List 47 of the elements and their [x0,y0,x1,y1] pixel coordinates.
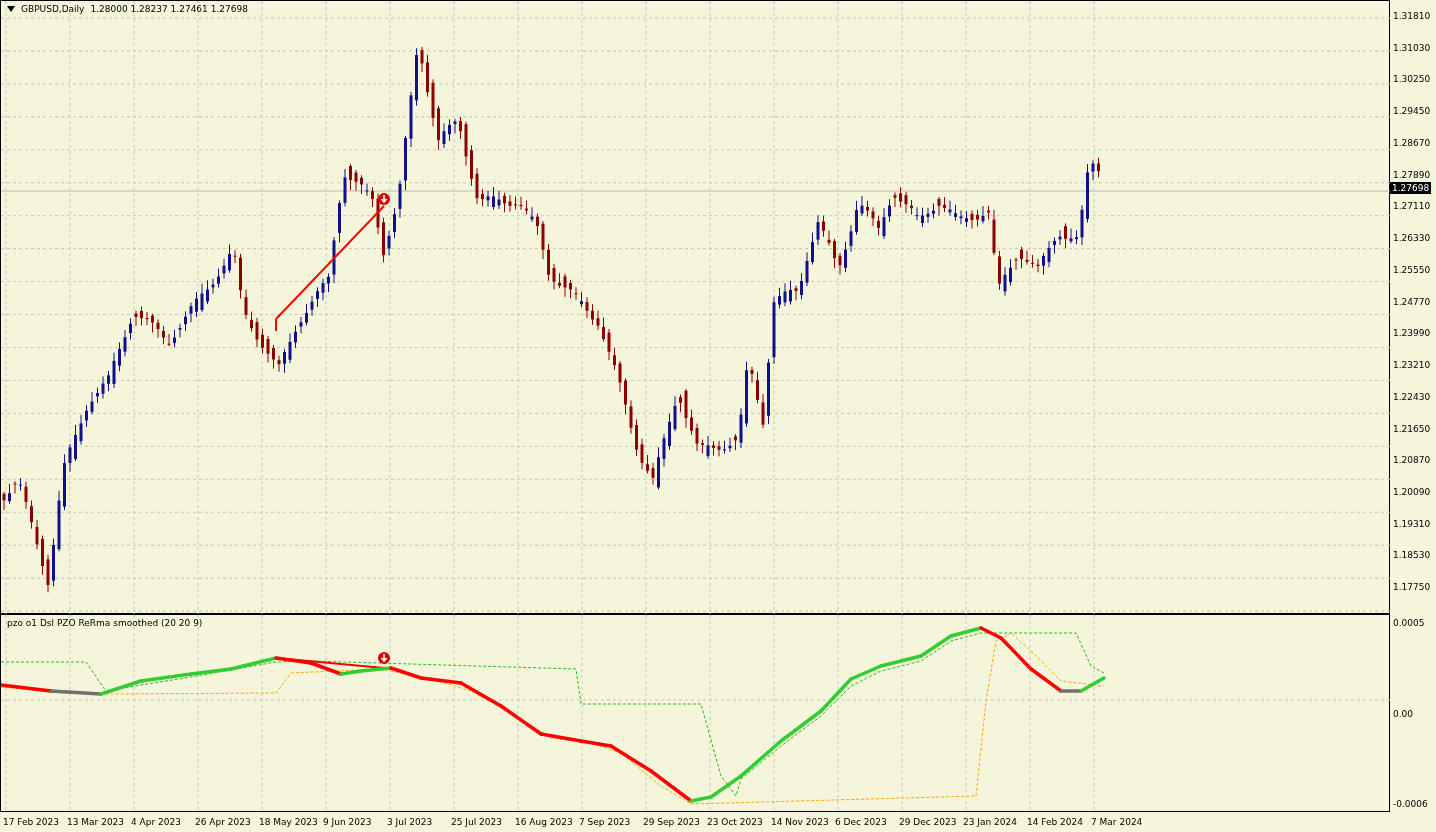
date-label: 23 Oct 2023 [707,817,764,827]
price-label: 1.31030 [1393,42,1431,53]
price-label: 1.20090 [1393,487,1431,497]
price-label: 1.20870 [1393,455,1431,466]
price-label: 1.22430 [1393,391,1431,402]
price-label: 1.23210 [1393,360,1431,371]
date-label: 13 Mar 2023 [67,817,126,827]
price-label: 1.19310 [1393,518,1431,529]
price-label: 1.24770 [1393,296,1431,307]
indicator-value-label: 0.0005 [1393,618,1426,628]
price-label: 1.23990 [1393,328,1431,339]
date-label: 4 Apr 2023 [131,817,182,827]
date-label: 29 Sep 2023 [643,817,702,827]
date-label: 6 Dec 2023 [835,817,888,827]
symbol-label: GBPUSD,Daily [21,4,85,14]
date-label: 17 Feb 2023 [3,817,60,827]
price-label: 1.29450 [1393,106,1431,117]
price-label: 1.27110 [1393,201,1431,212]
date-label: 14 Nov 2023 [771,817,830,827]
price-label: 1.25550 [1393,264,1431,275]
indicator-value-label: 0.00 [1393,708,1415,719]
date-label: 9 Jun 2023 [323,817,373,827]
price-label: 1.26330 [1393,233,1431,244]
price-label: 1.31810 [1393,11,1431,21]
date-label: 23 Jan 2024 [963,817,1018,827]
price-label: 1.18530 [1393,550,1431,561]
price-label: 1.21650 [1393,423,1431,434]
date-label: 29 Dec 2023 [899,817,958,827]
date-label: 18 May 2023 [259,817,319,827]
price-label: 1.17750 [1393,582,1431,593]
dropdown-triangle-icon[interactable] [7,6,15,12]
date-label: 7 Mar 2024 [1091,817,1144,827]
ohlc-values: 1.28000 1.28237 1.27461 1.27698 [90,4,248,14]
price-label: 1.28670 [1393,137,1431,148]
current-price-label: 1.27698 [1390,182,1432,194]
date-label: 14 Feb 2024 [1027,817,1084,827]
date-label: 16 Aug 2023 [515,817,574,827]
down-arrow-icon [378,193,390,205]
indicator-value-label: -0.0006 [1393,799,1429,809]
price-label: 1.27890 [1393,169,1431,180]
date-label: 3 Jul 2023 [387,817,434,827]
date-label: 7 Sep 2023 [579,817,632,827]
down-arrow-icon [378,652,390,664]
price-label: 1.30250 [1393,74,1431,85]
date-label: 26 Apr 2023 [195,817,252,827]
indicator-title: pzo o1 Dsl PZO ReRma smoothed (20 20 9) [7,618,203,628]
date-label: 25 Jul 2023 [451,817,503,827]
